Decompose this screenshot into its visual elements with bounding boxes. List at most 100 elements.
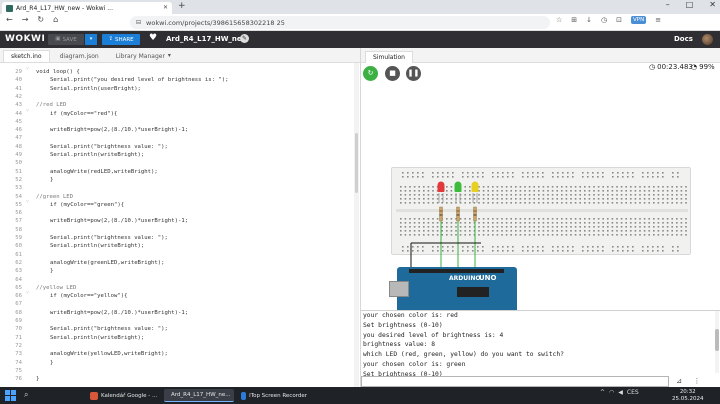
serial-plotter-button[interactable]: ⊿ xyxy=(673,376,685,387)
taskbar-app-label: iTop Screen Recorder xyxy=(249,392,307,399)
browser-tab-title: Ard_R4_L17_HW_new - Wokwi ... xyxy=(16,4,113,12)
wokwi-favicon-icon xyxy=(6,4,13,12)
clock-date: 25.05.2024 xyxy=(672,395,704,402)
bookmark-icon[interactable]: ☆ xyxy=(556,16,562,24)
fold-icon[interactable]: ˅ xyxy=(26,291,29,296)
usb-port xyxy=(389,281,409,297)
tab-sketch[interactable]: sketch.ino xyxy=(3,50,50,62)
chevron-down-icon: ▾ xyxy=(89,36,93,42)
extensions-icon[interactable]: ⊞ xyxy=(571,16,577,24)
volume-icon[interactable]: ◀ xyxy=(618,389,623,396)
home-icon[interactable]: ⌂ xyxy=(53,16,58,24)
serial-scrollbar[interactable] xyxy=(715,311,719,373)
serial-options-button[interactable]: ⋮ xyxy=(691,376,703,387)
back-icon[interactable]: ← xyxy=(6,16,13,24)
project-name[interactable]: Ard_R4_L17_HW_new xyxy=(166,35,248,43)
serial-line: you desired level of brightness is: 4 xyxy=(363,331,504,339)
windows-logo-icon xyxy=(5,390,10,395)
close-tab-icon[interactable]: ✕ xyxy=(163,5,168,11)
windows-logo-pane xyxy=(11,390,16,395)
share-button[interactable]: ⇪ SHARE xyxy=(102,34,140,45)
fold-icon[interactable]: ˅ xyxy=(26,67,29,72)
forward-icon[interactable]: → xyxy=(22,16,29,24)
serial-line: brightness value: 8 xyxy=(363,341,436,349)
save-options-button[interactable]: ▾ xyxy=(85,34,97,45)
editor-scroll-thumb[interactable] xyxy=(355,133,358,193)
fold-icon[interactable]: ˅ xyxy=(26,108,29,114)
fold-icon[interactable]: ˅ xyxy=(26,199,29,205)
more-icon: ⋮ xyxy=(693,377,701,385)
taskbar-app-calendar[interactable]: Kalendář Google - ... xyxy=(86,389,162,402)
browser-tab[interactable]: Ard_R4_L17_HW_new - Wokwi ... ✕ xyxy=(2,2,172,14)
tab-library-label: Library Manager xyxy=(115,52,165,60)
save-label: SAVE xyxy=(62,36,77,43)
window-controls: – □ ✕ xyxy=(666,1,716,9)
yellow-led xyxy=(471,181,479,189)
vpn-badge[interactable]: VPN xyxy=(631,16,647,24)
resistor xyxy=(456,206,460,222)
tab-library-manager[interactable]: Library Manager ▾ xyxy=(109,50,178,62)
search-icon[interactable]: ⌕ xyxy=(24,391,28,399)
minimize-icon[interactable]: – xyxy=(666,1,670,9)
docs-link[interactable]: Docs xyxy=(674,35,693,43)
code-editor[interactable]: 29 ˅ void loop() {40 Serial.print("you desi… xyxy=(0,63,360,387)
maximize-icon[interactable]: □ xyxy=(686,1,694,9)
share-label: SHARE xyxy=(114,36,134,43)
history-icon[interactable]: ◷ xyxy=(601,16,607,24)
language-indicator[interactable]: CES xyxy=(627,389,639,396)
tab-simulation[interactable]: Simulation xyxy=(365,51,413,63)
resistor xyxy=(439,206,443,222)
serial-input[interactable] xyxy=(361,376,669,387)
new-tab-icon[interactable]: + xyxy=(178,2,186,11)
serial-line: Set brightness (0-10) xyxy=(363,321,443,329)
url-field[interactable]: ⊟ wokwi.com/projects/398615658302218 25 xyxy=(130,16,550,29)
browser-tab-strip: Ard_R4_L17_HW_new - Wokwi ... ✕ + – □ ✕ xyxy=(0,0,720,14)
resistor xyxy=(473,206,477,222)
nav-buttons: ← → ↻ ⌂ xyxy=(6,16,58,24)
tab-diagram-label: diagram.json xyxy=(59,52,99,60)
chevron-up-icon[interactable]: ^ xyxy=(600,389,605,396)
tab-sketch-label: sketch.ino xyxy=(11,53,42,60)
serial-line: which LED (red, green, yellow) do you wa… xyxy=(363,351,564,359)
taskbar-clock[interactable]: 20:32 25.05.2024 xyxy=(672,389,704,402)
wokwi-logo[interactable]: WOKWI xyxy=(5,34,45,44)
editor-scrollbar[interactable] xyxy=(354,63,359,387)
arduino-uno-board[interactable]: ARDUINO UNO xyxy=(389,267,517,310)
pin-header xyxy=(409,269,504,273)
address-bar-actions: ☆ ⊞ ↓ ◷ ⊡ VPN ≡ xyxy=(556,16,661,24)
recorder-app-icon xyxy=(241,391,247,400)
heart-icon[interactable]: ♥ xyxy=(149,34,157,43)
tab-diagram[interactable]: diagram.json xyxy=(53,50,106,62)
system-tray: ^ ◠ ◀ CES xyxy=(600,389,639,396)
windows-logo-pane xyxy=(11,396,16,401)
code-line[interactable]: 76} xyxy=(0,374,356,384)
edit-icon[interactable]: ✎ xyxy=(240,34,249,43)
arduino-logo: ARDUINO xyxy=(449,275,481,282)
close-window-icon[interactable]: ✕ xyxy=(709,1,716,9)
taskbar: ⌕ Kalendář Google - ... Ard_R4_L17_HW_ne… xyxy=(0,387,720,404)
screenshot-icon[interactable]: ⊡ xyxy=(616,16,622,24)
wifi-icon[interactable]: ◠ xyxy=(609,389,614,396)
taskbar-app-recorder[interactable]: iTop Screen Recorder xyxy=(237,389,311,402)
start-button[interactable] xyxy=(5,390,16,401)
serial-scroll-thumb[interactable] xyxy=(715,329,719,351)
taskbar-app-label: Kalendář Google - ... xyxy=(101,392,158,399)
downloads-icon[interactable]: ↓ xyxy=(586,16,592,24)
address-bar: ← → ↻ ⌂ ⊟ wokwi.com/projects/39861565830… xyxy=(0,14,720,31)
avatar[interactable] xyxy=(702,34,713,45)
menu-icon[interactable]: ≡ xyxy=(655,16,661,24)
windows-logo-pane xyxy=(5,396,10,401)
simulation-canvas[interactable]: ↻ ■ ❚❚ ◷ 00:23.483 ◔ 99% ARDUINO UNO xyxy=(361,63,720,310)
board-model-label: UNO xyxy=(479,274,497,282)
save-button[interactable]: ▣ SAVE xyxy=(48,34,84,45)
reload-icon[interactable]: ↻ xyxy=(37,16,44,24)
serial-line: your chosen color is: red xyxy=(363,312,458,319)
chart-icon: ⊿ xyxy=(676,377,682,385)
site-info-icon[interactable]: ⊟ xyxy=(136,19,141,26)
serial-line: your chosen color is: green xyxy=(363,360,466,368)
red-led xyxy=(437,181,445,189)
simulation-tabbar: Simulation xyxy=(361,48,720,63)
green-led xyxy=(454,181,462,189)
serial-output: your chosen color is: red Set brightness … xyxy=(361,311,711,380)
taskbar-app-wokwi[interactable]: Ard_R4_L17_HW_ne... xyxy=(164,389,234,402)
